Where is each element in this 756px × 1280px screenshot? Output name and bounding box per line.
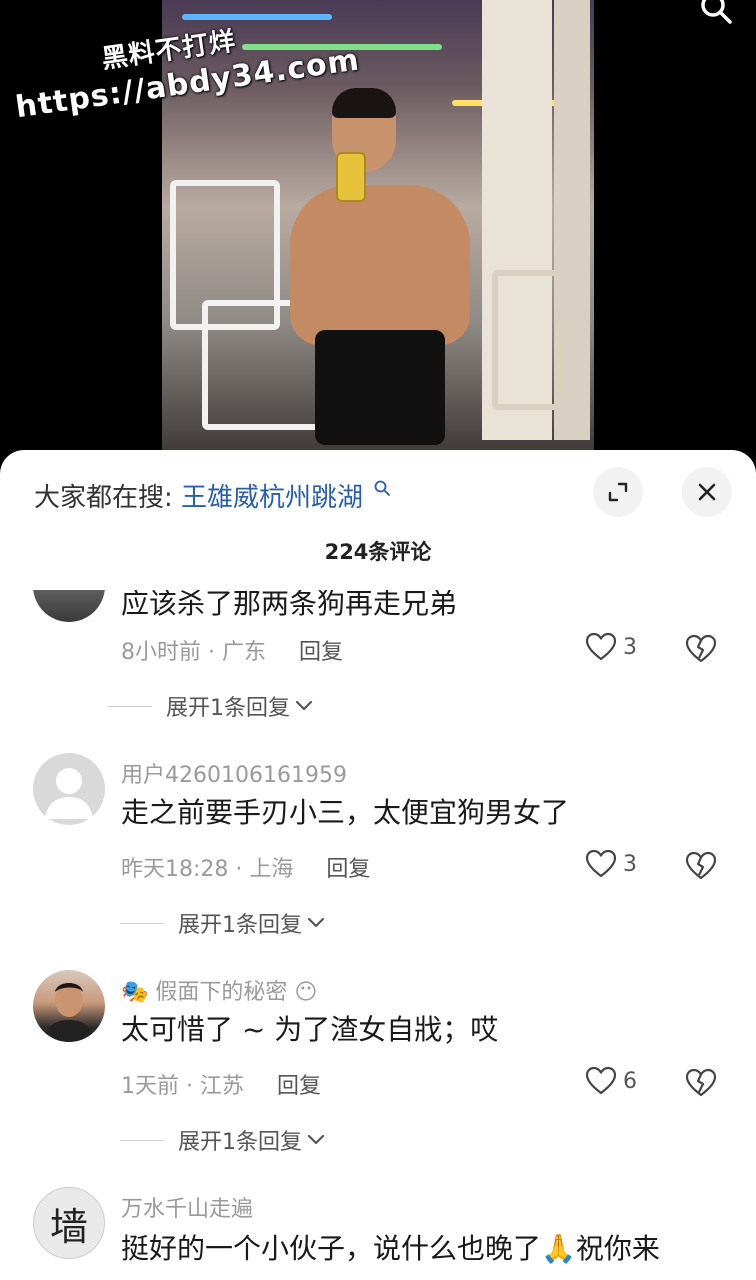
comment-location: 上海 (249, 857, 294, 882)
expand-replies[interactable]: 展开1条回复 (120, 1124, 326, 1156)
comment-time: 1天前 (121, 1074, 179, 1099)
comment-meta: 昨天18:28 · 上海 回复 (121, 851, 370, 883)
close-button[interactable] (682, 467, 732, 517)
person-shorts (315, 330, 445, 445)
comment-username[interactable]: 🎭 假面下的秘密 😶 (121, 974, 317, 1006)
comment-meta: 1天前 · 江苏 回复 (121, 1068, 321, 1100)
sheet-header: 大家都在搜: 王雄威杭州跳湖 (0, 450, 756, 536)
avatar[interactable] (33, 590, 105, 622)
avatar[interactable]: 墙 (33, 1187, 105, 1259)
comment-username[interactable]: 万水千山走遍 (121, 1191, 253, 1223)
search-icon[interactable] (373, 479, 391, 497)
username-emoji: 🎭 (121, 980, 149, 1005)
close-icon (698, 483, 716, 501)
heart-icon (585, 1066, 617, 1095)
like-count: 6 (623, 1068, 637, 1094)
chevron-down-icon (307, 917, 325, 928)
reply-button[interactable]: 回复 (326, 857, 370, 882)
comment-list[interactable]: 应该杀了那两条狗再走兄弟 8小时前 · 广东 回复 3 展开1条回复 用户426… (0, 590, 756, 1280)
like-count: 3 (623, 634, 637, 660)
chevron-down-icon (307, 1134, 325, 1145)
comment-time: 8小时前 (121, 640, 201, 665)
like-count: 3 (623, 851, 637, 877)
meta-separator: · (208, 640, 222, 665)
hot-search[interactable]: 大家都在搜: 王雄威杭州跳湖 (34, 477, 391, 514)
divider (120, 922, 164, 924)
hot-search-term[interactable]: 王雄威杭州跳湖 (181, 483, 363, 513)
expand-replies-label: 展开1条回复 (178, 1130, 302, 1155)
expand-replies-label: 展开1条回复 (178, 913, 302, 938)
person-figure (290, 185, 470, 345)
default-avatar-icon (45, 768, 93, 819)
username-emoji: 😶 (294, 980, 318, 1005)
broken-heart-icon[interactable] (685, 851, 717, 881)
comment-text-main: 挺好的一个小伙子，说什么也晚了 (121, 1232, 542, 1265)
gym-machine (492, 270, 562, 410)
expand-replies[interactable]: 展开1条回复 (120, 907, 326, 939)
comment-text: 太可惜了 ~ 为了渣女自戕；哎 (121, 1013, 499, 1046)
like-button[interactable]: 6 (585, 1066, 637, 1096)
comment-text: 应该杀了那两条狗再走兄弟 (121, 590, 458, 620)
meta-separator: · (235, 857, 250, 882)
chevron-down-icon (295, 700, 313, 711)
broken-heart-icon[interactable] (685, 634, 717, 664)
user-photo-icon (43, 983, 95, 1042)
comment-sheet: 大家都在搜: 王雄威杭州跳湖 224条评论 应该杀了那两条狗再走兄弟 8小时前 … (0, 450, 756, 1280)
reply-button[interactable]: 回复 (277, 1074, 321, 1099)
search-icon[interactable] (698, 0, 734, 26)
comment-username[interactable]: 用户4260106161959 (121, 757, 347, 789)
heart-icon (585, 632, 617, 661)
username-text: 假面下的秘密 (155, 980, 288, 1005)
meta-separator: · (186, 1074, 200, 1099)
divider (120, 1139, 164, 1141)
reply-button[interactable]: 回复 (299, 640, 343, 665)
person-hair (332, 88, 396, 118)
comment-location: 广东 (222, 640, 267, 665)
comment-count-title: 224条评论 (324, 540, 432, 564)
phone-in-hand (336, 152, 366, 202)
comment-time: 昨天18:28 (121, 857, 229, 882)
expand-replies[interactable]: 展开1条回复 (108, 690, 314, 722)
expand-button[interactable] (593, 467, 643, 517)
avatar-calligraphy: 墙 (49, 1204, 88, 1249)
expand-replies-label: 展开1条回复 (166, 696, 290, 721)
avatar[interactable] (33, 753, 105, 825)
hot-search-label: 大家都在搜: (34, 483, 173, 513)
like-button[interactable]: 3 (585, 849, 637, 879)
divider (108, 705, 152, 707)
avatar[interactable] (33, 970, 105, 1042)
heart-icon (585, 849, 617, 878)
pray-emoji: 🙏 (541, 1232, 576, 1265)
comment-location: 江苏 (200, 1074, 245, 1099)
comment-text: 挺好的一个小伙子，说什么也晚了🙏祝你来 (121, 1227, 660, 1267)
like-button[interactable]: 3 (585, 632, 637, 662)
expand-icon (608, 482, 628, 502)
video-player[interactable]: 黑料不打烊 https://abdy34.com (0, 0, 756, 460)
comment-meta: 8小时前 · 广东 回复 (121, 634, 343, 666)
comment-text-tail: 祝你来 (575, 1232, 660, 1265)
broken-heart-icon[interactable] (685, 1068, 717, 1098)
comment-text: 走之前要手刃小三，太便宜狗男女了 (121, 796, 570, 829)
